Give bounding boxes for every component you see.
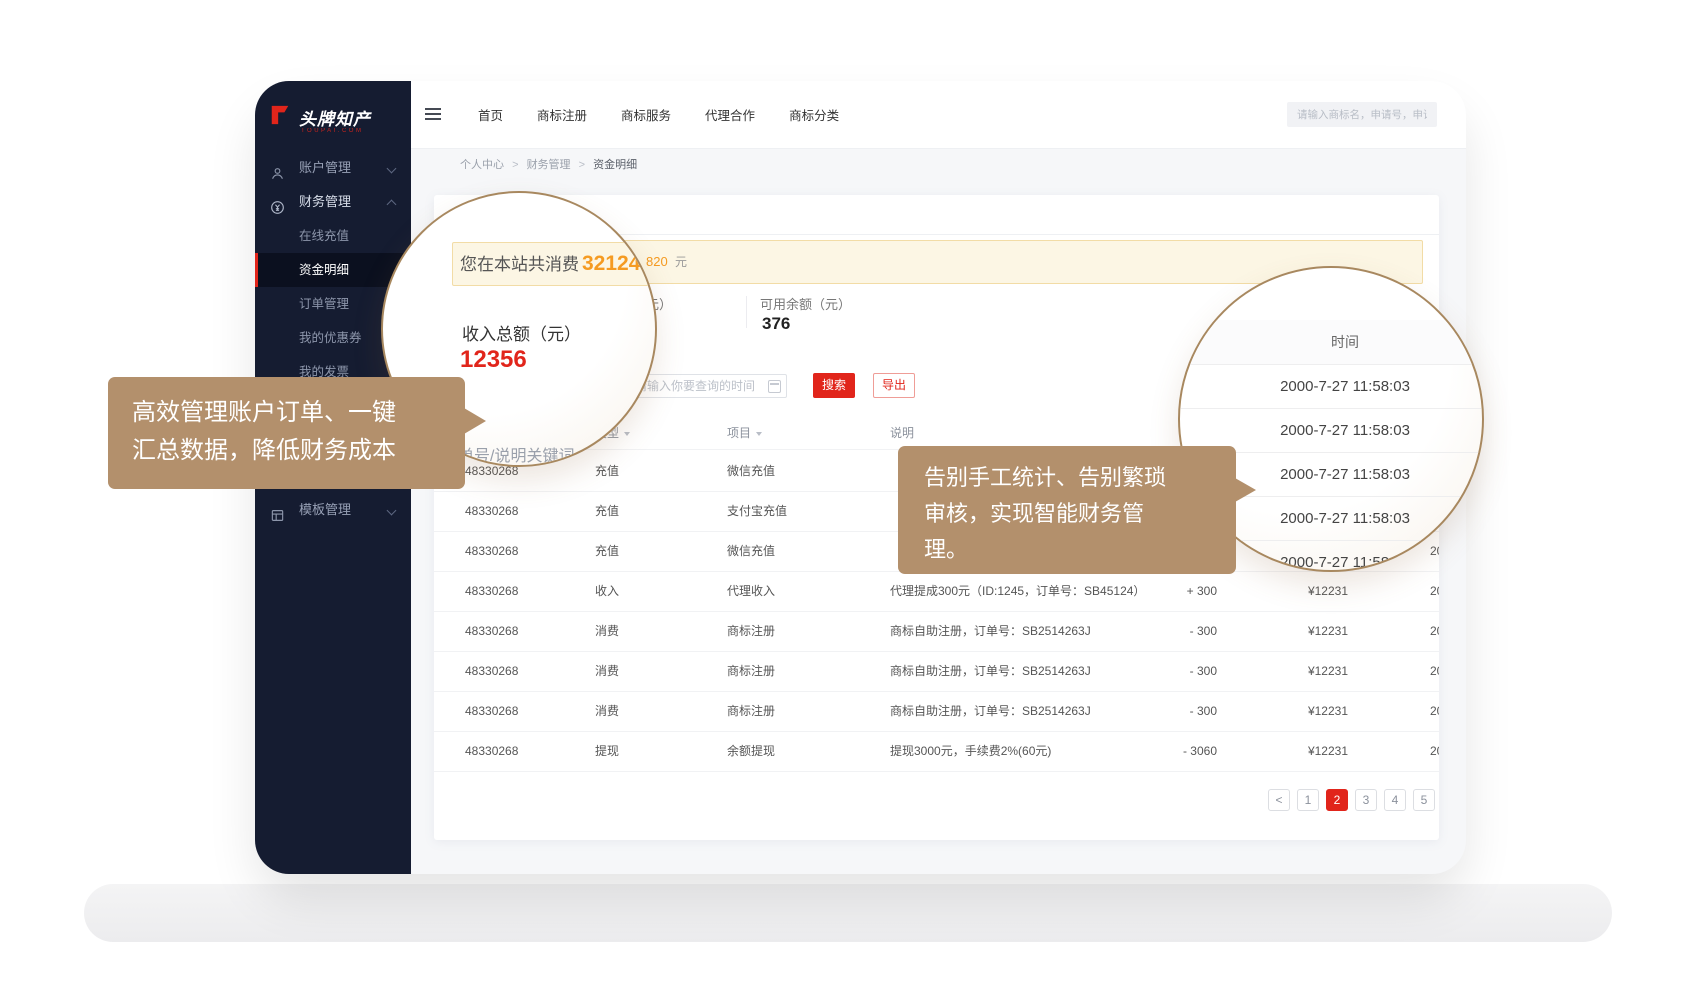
table-row: 48330268 提现 余额提现 提现3000元，手续费2%(60元) - 30… <box>434 732 1439 772</box>
header-project[interactable]: 项目 <box>727 418 762 449</box>
chevron-down-icon <box>387 164 397 174</box>
nav-item-trademark-services[interactable]: 商标服务 <box>621 105 671 124</box>
breadcrumb: 个人中心 > 财务管理 > 资金明细 <box>460 156 637 172</box>
breadcrumb-personal-center[interactable]: 个人中心 <box>460 159 504 171</box>
template-icon <box>270 502 285 536</box>
main-nav: 首页 商标注册 商标服务 代理合作 商标分类 <box>478 81 839 148</box>
available-balance-value: 376 <box>762 314 790 334</box>
lens-banner-text: 您在本站共消费32124元 <box>460 242 657 286</box>
breadcrumb-current: 资金明细 <box>593 159 637 171</box>
brand-name: 头牌知产 <box>299 105 371 130</box>
table-row: 48330268 收入 代理收入 代理提成300元（ID:1245，订单号：SB… <box>434 572 1439 612</box>
available-balance-label: 可用余额（元） <box>760 294 851 313</box>
table-row: 48330268 消费 商标注册 商标自助注册，订单号：SB2514263J -… <box>434 692 1439 732</box>
sort-caret-icon <box>624 432 630 436</box>
sidebar-item-account[interactable]: 账户管理 <box>255 151 411 185</box>
sidebar-item-fund-details[interactable]: 资金明细 <box>255 253 411 287</box>
hamburger-menu-icon[interactable] <box>425 108 441 121</box>
page: 头牌知产 TOUPAI.COM 账户管理 <box>0 0 1696 1002</box>
brand-logo[interactable]: 头牌知产 TOUPAI.COM <box>269 101 401 143</box>
lens-time-value: 2000-7-27 11:58:03 <box>1180 365 1482 409</box>
callout-left: 高效管理账户订单、一键 汇总数据，降低财务成本 <box>108 377 465 489</box>
pagination: < 1 2 3 4 5 <box>1268 789 1435 811</box>
pagination-prev[interactable]: < <box>1268 789 1290 811</box>
stats-divider <box>746 296 747 328</box>
top-navbar: 首页 商标注册 商标服务 代理合作 商标分类 <box>411 81 1466 149</box>
income-total-label: 收入总额（元） <box>462 320 581 345</box>
pagination-page-1[interactable]: 1 <box>1297 789 1319 811</box>
table-row: 48330268 消费 商标注册 商标自助注册，订单号：SB2514263J -… <box>434 612 1439 652</box>
export-button[interactable]: 导出 <box>873 373 915 398</box>
laptop-base <box>84 884 1612 942</box>
nav-item-agency[interactable]: 代理合作 <box>705 105 755 124</box>
nav-item-home[interactable]: 首页 <box>478 105 503 124</box>
lens-time-header: 时间 <box>1180 320 1482 364</box>
sidebar-item-finance[interactable]: 财务管理 <box>255 185 411 219</box>
header-desc: 说明 <box>890 418 914 449</box>
search-button[interactable]: 搜索 <box>813 373 855 398</box>
table-row: 48330268 消费 商标注册 商标自助注册，订单号：SB2514263J -… <box>434 652 1439 692</box>
lens-consumption-value: 32124 <box>582 252 640 275</box>
callout-right: 告别手工统计、告别繁琐 审核，实现智能财务管 理。 <box>898 446 1236 574</box>
sidebar-item-online-recharge[interactable]: 在线充值 <box>255 219 411 253</box>
pagination-page-3[interactable]: 3 <box>1355 789 1377 811</box>
sidebar-item-templates[interactable]: 模板管理 <box>255 493 411 527</box>
calendar-icon[interactable] <box>768 380 781 393</box>
nav-item-trademark-classes[interactable]: 商标分类 <box>789 105 839 124</box>
trademark-search-input[interactable] <box>1287 102 1437 127</box>
pagination-page-2[interactable]: 2 <box>1326 789 1348 811</box>
time-filter-input[interactable] <box>626 374 787 398</box>
income-total-value: 12356 <box>460 346 527 374</box>
sort-caret-icon <box>756 432 762 436</box>
breadcrumb-finance[interactable]: 财务管理 <box>527 159 571 171</box>
pagination-page-5[interactable]: 5 <box>1413 789 1435 811</box>
chevron-down-icon <box>387 506 397 516</box>
nav-item-trademark-register[interactable]: 商标注册 <box>537 105 587 124</box>
chevron-up-icon <box>387 200 397 210</box>
pagination-page-4[interactable]: 4 <box>1384 789 1406 811</box>
brand-tagline: TOUPAI.COM <box>301 128 363 134</box>
